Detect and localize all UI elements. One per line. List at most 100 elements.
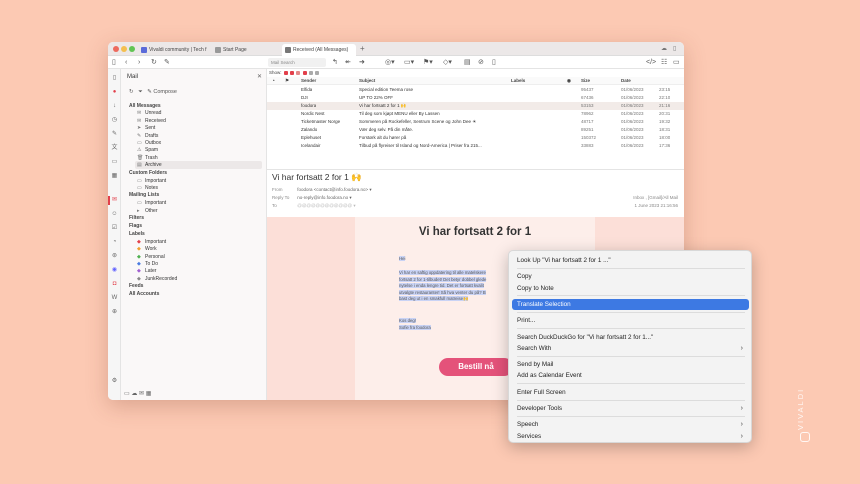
move-icon[interactable]: ▭▾ bbox=[404, 58, 414, 67]
filter-attachment-icon[interactable] bbox=[296, 70, 301, 75]
folder-section[interactable]: All Accounts bbox=[129, 291, 159, 297]
table-row[interactable]: Elfida Special edition Teema rose 95437 01/… bbox=[267, 86, 684, 94]
reload-icon[interactable]: ↻ bbox=[151, 58, 157, 67]
folder-item[interactable]: ▭ Notes bbox=[137, 185, 158, 191]
cloud-sync-icon[interactable]: ☁ bbox=[661, 45, 667, 52]
bookmarks-icon[interactable]: ▯ bbox=[111, 75, 118, 82]
col-sender[interactable]: Sender bbox=[301, 77, 316, 85]
read-column-icon[interactable]: • bbox=[273, 77, 275, 85]
menu-item[interactable]: Copy to Note bbox=[512, 283, 749, 294]
delete-icon[interactable]: ▯ bbox=[492, 58, 496, 67]
forward-icon[interactable]: › bbox=[138, 58, 140, 67]
col-size[interactable]: Size bbox=[581, 77, 590, 85]
folder-item[interactable]: ◆ Personal bbox=[137, 254, 165, 260]
filter-unread-icon[interactable] bbox=[283, 70, 288, 75]
menu-item[interactable]: Services › bbox=[512, 431, 749, 442]
mail-icon[interactable]: ✉ bbox=[111, 197, 118, 204]
table-row[interactable]: Eplehuset Forstørk alt du hører på 150372 0… bbox=[267, 134, 684, 142]
menu-item[interactable]: Print... bbox=[512, 315, 749, 326]
folder-item[interactable]: ✉ Unread bbox=[137, 110, 161, 116]
compose-icon[interactable]: ✎ bbox=[147, 89, 152, 95]
menu-item[interactable]: Send by Mail bbox=[512, 359, 749, 370]
layout-icon[interactable]: ☷ bbox=[661, 58, 667, 67]
menu-item[interactable]: Search DuckDuckGo for "Vi har fortsatt 2… bbox=[512, 332, 749, 343]
folder-item[interactable]: ⚠ Spam bbox=[137, 147, 158, 153]
menu-item[interactable]: Add as Calendar Event bbox=[512, 370, 749, 381]
close-icon[interactable]: ✕ bbox=[257, 73, 262, 80]
folder-section[interactable]: Flags bbox=[129, 223, 142, 229]
reply-all-icon[interactable]: ↞ bbox=[345, 58, 351, 67]
mastodon-icon[interactable]: ◉ bbox=[111, 267, 118, 274]
menu-item[interactable]: Developer Tools › bbox=[512, 403, 749, 414]
folder-item[interactable]: ▭ Important bbox=[137, 178, 166, 184]
spam-icon[interactable]: ⊘ bbox=[478, 58, 484, 67]
add-panel-icon[interactable]: ⊕ bbox=[111, 309, 118, 316]
folder-item[interactable]: ▭ Outbox bbox=[137, 140, 161, 146]
feeds-icon[interactable]: ◔ bbox=[111, 239, 118, 246]
to-value[interactable]: @@@@@@@@@@@@ ▾ bbox=[297, 203, 355, 208]
menu-item[interactable]: Copy bbox=[512, 271, 749, 282]
status-icon[interactable]: ▭ bbox=[124, 391, 130, 397]
reply-to-value[interactable]: no-reply@info.foodora.no ▾ bbox=[297, 195, 351, 200]
menu-item[interactable]: Look Up "Vi har fortsatt 2 for 1 ..." bbox=[512, 255, 749, 266]
panel-toggle-icon[interactable]: ▯ bbox=[112, 58, 116, 67]
contacts-icon[interactable]: ☺ bbox=[111, 211, 118, 218]
calendar-small-icon[interactable]: ▦ bbox=[146, 391, 152, 397]
folder-section[interactable]: Mailing Lists bbox=[129, 192, 159, 198]
calendar-icon[interactable]: ▦ bbox=[111, 173, 118, 180]
col-date[interactable]: Date bbox=[621, 77, 631, 85]
tab-received[interactable]: Received (All Messages) bbox=[282, 44, 356, 56]
folder-item[interactable]: ▤ Archive bbox=[137, 162, 162, 168]
archive-icon[interactable]: ▤ bbox=[464, 58, 471, 67]
folder-item[interactable]: ▸ Other bbox=[137, 208, 158, 214]
menu-item[interactable]: Speech › bbox=[512, 419, 749, 430]
wikipedia-icon[interactable]: W bbox=[111, 295, 118, 302]
folder-item[interactable]: ➤ Sent bbox=[137, 125, 155, 131]
refresh-icon[interactable]: ↻ bbox=[129, 89, 134, 95]
history-icon[interactable]: ◷ bbox=[111, 117, 118, 124]
new-tab-button[interactable]: + bbox=[360, 44, 365, 54]
filter-date-icon[interactable] bbox=[308, 70, 313, 75]
forward-mail-icon[interactable]: ➜ bbox=[359, 58, 365, 67]
folder-section[interactable]: All Messages bbox=[129, 103, 161, 109]
window-icon[interactable]: ▭ bbox=[111, 159, 118, 166]
reply-icon[interactable]: ↰ bbox=[332, 58, 338, 67]
label-icon[interactable]: ◇▾ bbox=[443, 58, 452, 67]
folder-section[interactable]: Filters bbox=[129, 215, 144, 221]
flag-column-icon[interactable]: ⚑ bbox=[285, 77, 289, 85]
sync-icon[interactable]: ⊛ bbox=[111, 253, 118, 260]
filter-icon[interactable]: ⏷ bbox=[138, 89, 142, 95]
mark-icon[interactable]: ◎▾ bbox=[385, 58, 395, 67]
edit-icon[interactable]: ✎ bbox=[164, 58, 170, 67]
folder-item[interactable]: 🗑 Trash bbox=[137, 155, 158, 161]
folder-item[interactable]: ◆ Important bbox=[137, 239, 166, 245]
filter-list-icon[interactable] bbox=[315, 70, 320, 75]
flag-icon[interactable]: ⚑▾ bbox=[423, 58, 433, 67]
notes-icon[interactable]: ✎ bbox=[111, 131, 118, 138]
folder-item[interactable]: ▭ Important bbox=[137, 200, 166, 206]
menu-item[interactable]: Translate Selection bbox=[512, 298, 749, 310]
filter-label-icon[interactable] bbox=[302, 70, 307, 75]
tab-start-page[interactable]: Start Page bbox=[212, 44, 282, 56]
folder-section[interactable]: Feeds bbox=[129, 283, 143, 289]
translate-icon[interactable]: 文 bbox=[111, 145, 118, 152]
zoom-window-button[interactable] bbox=[129, 46, 135, 52]
col-labels[interactable]: Labels bbox=[511, 77, 525, 85]
table-row[interactable]: Ticketmaster Norge Sommeren på Rockefelle… bbox=[267, 118, 684, 126]
minimize-window-button[interactable] bbox=[121, 46, 127, 52]
folder-item[interactable]: ◆ Later bbox=[137, 268, 156, 274]
compose-button[interactable]: Compose bbox=[153, 89, 177, 95]
code-view-icon[interactable]: </> bbox=[646, 58, 656, 67]
settings-icon[interactable]: ⚙ bbox=[111, 378, 118, 385]
order-now-button[interactable]: Bestill nå bbox=[439, 358, 513, 376]
table-row[interactable]: Icelandair Tilbud på flyreiser til Island… bbox=[267, 142, 684, 150]
table-row[interactable]: Zalando Vær deg selv. På din måte. 89251 01… bbox=[267, 126, 684, 134]
folder-item[interactable]: ◆ JunkRecorded bbox=[137, 276, 177, 282]
trash-icon[interactable]: ▯ bbox=[673, 45, 676, 52]
tasks-icon[interactable]: ☑ bbox=[111, 225, 118, 232]
folder-item[interactable]: ◆ To Do bbox=[137, 261, 158, 267]
folder-section[interactable]: Custom Folders bbox=[129, 170, 167, 176]
sidebar-right-icon[interactable]: ▭ bbox=[673, 58, 680, 67]
mail-search-input[interactable]: Mail Search bbox=[268, 58, 326, 67]
menu-item[interactable]: Search With › bbox=[512, 343, 749, 354]
